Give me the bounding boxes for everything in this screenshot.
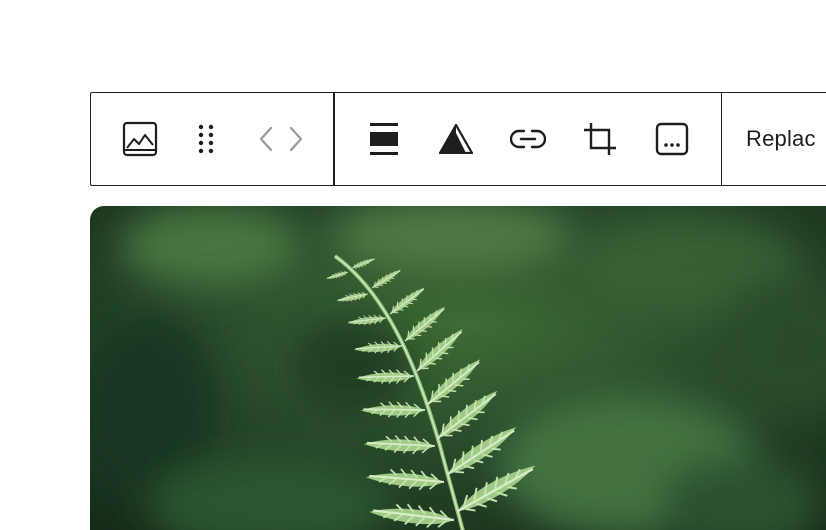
toolbar-group-block <box>91 93 333 185</box>
align-button[interactable] <box>353 108 415 170</box>
crop-button[interactable] <box>569 108 631 170</box>
editor-canvas: Replac <box>0 0 826 530</box>
move-block-button[interactable] <box>241 108 321 170</box>
toolbar-group-image <box>335 93 721 185</box>
move-left-right-icon <box>257 124 305 154</box>
fern-image[interactable] <box>90 206 826 530</box>
duotone-filter-icon <box>438 124 473 154</box>
toolbar-group-replace: Replac <box>722 93 826 185</box>
replace-button[interactable]: Replac <box>746 126 816 152</box>
link-icon <box>509 128 546 150</box>
text-overlay-button[interactable] <box>641 108 703 170</box>
image-icon <box>122 121 158 157</box>
crop-icon <box>583 122 617 156</box>
link-button[interactable] <box>497 108 559 170</box>
duotone-button[interactable] <box>425 108 487 170</box>
drag-handle-button[interactable] <box>181 108 231 170</box>
block-type-button[interactable] <box>109 108 171 170</box>
more-text-icon <box>655 122 689 156</box>
block-toolbar: Replac <box>90 92 826 186</box>
drag-handle-icon <box>196 123 216 155</box>
align-wide-icon <box>368 122 400 156</box>
